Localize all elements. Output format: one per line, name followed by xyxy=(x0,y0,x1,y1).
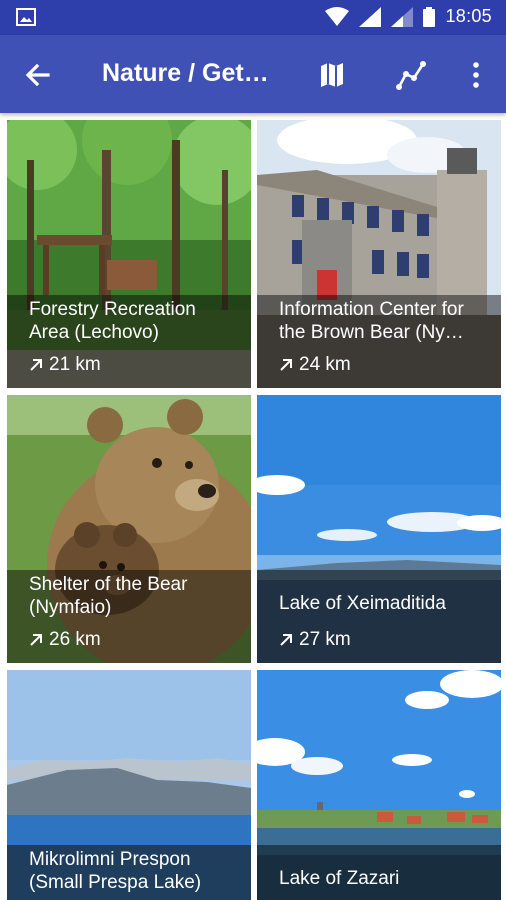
place-name: Information Center for the Brown Bear (N… xyxy=(279,299,464,343)
status-icons: 18:05 xyxy=(325,6,492,27)
place-card[interactable]: Lake of Xeimaditida 27 km xyxy=(257,395,501,663)
arrow-northeast-icon xyxy=(30,359,42,371)
place-name: Lake of Zazari xyxy=(279,868,400,889)
clock: 18:05 xyxy=(445,6,492,26)
place-card[interactable]: Information Center for the Brown Bear (N… xyxy=(257,120,501,388)
more-vert-icon xyxy=(473,62,479,88)
place-name: Mikrolimni Prespon (Small Prespa Lake) xyxy=(29,849,202,893)
place-card[interactable]: Lake of Zazari xyxy=(257,670,501,900)
arrow-left-icon[interactable] xyxy=(20,57,56,93)
app-bar: Nature / Get… xyxy=(0,35,506,113)
distance-value: 24 km xyxy=(299,354,351,375)
place-name: Shelter of the Bear (Nymfaio) xyxy=(29,574,188,618)
places-grid: Forestry Recreation Area (Lechovo) 21 km… xyxy=(0,113,506,900)
route-icon xyxy=(396,61,426,90)
place-name: Forestry Recreation Area (Lechovo) xyxy=(29,299,196,343)
page-title: Nature / Get… xyxy=(102,59,269,87)
arrow-northeast-icon xyxy=(280,634,292,646)
distance-value: 21 km xyxy=(49,354,101,375)
distance-value: 26 km xyxy=(49,629,101,650)
place-card[interactable]: Mikrolimni Prespon (Small Prespa Lake) xyxy=(7,670,251,900)
wifi-icon xyxy=(325,6,350,26)
place-distance: 24 km xyxy=(279,354,351,376)
distance-value: 27 km xyxy=(299,629,351,650)
place-distance: 21 km xyxy=(29,354,101,376)
cell-signal-weak-icon xyxy=(391,6,414,27)
status-bar: 18:05 xyxy=(0,0,506,35)
route-button[interactable] xyxy=(393,57,429,93)
overflow-menu-button[interactable] xyxy=(458,57,494,93)
map-icon xyxy=(321,63,343,87)
place-distance: 26 km xyxy=(29,629,101,651)
cell-signal-icon xyxy=(359,6,382,27)
image-notification-icon xyxy=(16,8,36,26)
arrow-northeast-icon xyxy=(30,634,42,646)
battery-icon xyxy=(423,6,436,27)
place-distance: 27 km xyxy=(279,629,351,651)
arrow-northeast-icon xyxy=(280,359,292,371)
place-name: Lake of Xeimaditida xyxy=(279,593,446,614)
place-card[interactable]: Forestry Recreation Area (Lechovo) 21 km xyxy=(7,120,251,388)
place-card[interactable]: Shelter of the Bear (Nymfaio) 26 km xyxy=(7,395,251,663)
map-button[interactable] xyxy=(314,57,350,93)
